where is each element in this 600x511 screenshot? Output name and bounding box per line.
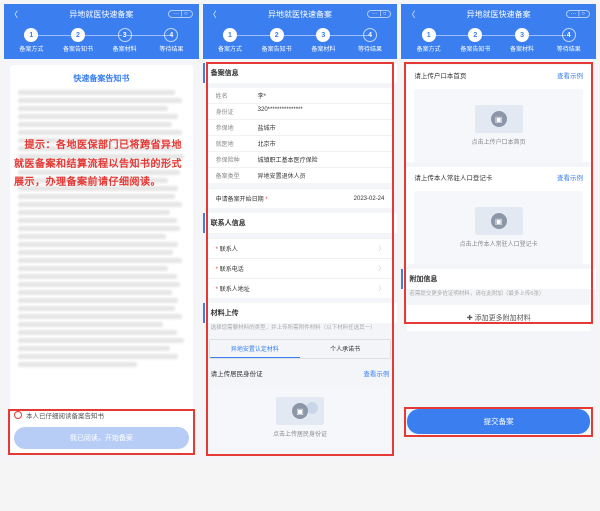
screen-form: 〈 异地就医快速备案 ··· | ○ 1备案方式 2备案告知书 3备案材料 4等… — [203, 4, 398, 459]
progress-steps: 1备案方式 2备案告知书 3备案材料 4等待结果 — [401, 24, 596, 59]
notice-card: 快速备案告知书 — [10, 65, 193, 453]
miniapp-menu[interactable]: ··· | ○ — [566, 10, 591, 18]
agree-label: 本人已仔细阅读备案告知书 — [26, 410, 104, 420]
header-title: 异地就医快速备案 — [467, 9, 531, 20]
header-title: 异地就医快速备案 — [268, 9, 332, 20]
camera-icon: ▣ — [292, 403, 308, 419]
progress-steps: 1备案方式 2备案告知书 3备案材料 4等待结果 — [203, 24, 398, 59]
miniapp-menu[interactable]: ··· | ○ — [168, 10, 193, 18]
submit-button[interactable]: 提交备案 — [407, 409, 590, 434]
app-header: 〈 异地就医快速备案 ··· | ○ — [4, 4, 199, 24]
screen-upload: 〈 异地就医快速备案 ··· | ○ 1备案方式 2备案告知书 3备案材料 4等… — [401, 4, 596, 459]
notice-title: 快速备案告知书 — [16, 73, 187, 84]
back-icon[interactable]: 〈 — [209, 9, 217, 20]
camera-icon: ▣ — [491, 213, 507, 229]
agree-checkbox[interactable]: 本人已仔细阅读备案告知书 — [8, 406, 195, 424]
highlight-box — [404, 62, 593, 324]
miniapp-menu[interactable]: ··· | ○ — [367, 10, 392, 18]
screen-notice: 〈 异地就医快速备案 ··· | ○ 1备案方式 2备案告知书 3备案材料 4等… — [4, 4, 199, 459]
app-header: 〈 异地就医快速备案 ··· | ○ — [203, 4, 398, 24]
progress-steps: 1备案方式 2备案告知书 3备案材料 4等待结果 — [4, 24, 199, 59]
back-icon[interactable]: 〈 — [10, 9, 18, 20]
back-icon[interactable]: 〈 — [407, 9, 415, 20]
radio-icon[interactable] — [14, 411, 22, 419]
header-title: 异地就医快速备案 — [69, 9, 133, 20]
camera-icon: ▣ — [491, 111, 507, 127]
app-header: 〈 异地就医快速备案 ··· | ○ — [401, 4, 596, 24]
start-button[interactable]: 我已阅读，开始备案 — [14, 427, 189, 449]
